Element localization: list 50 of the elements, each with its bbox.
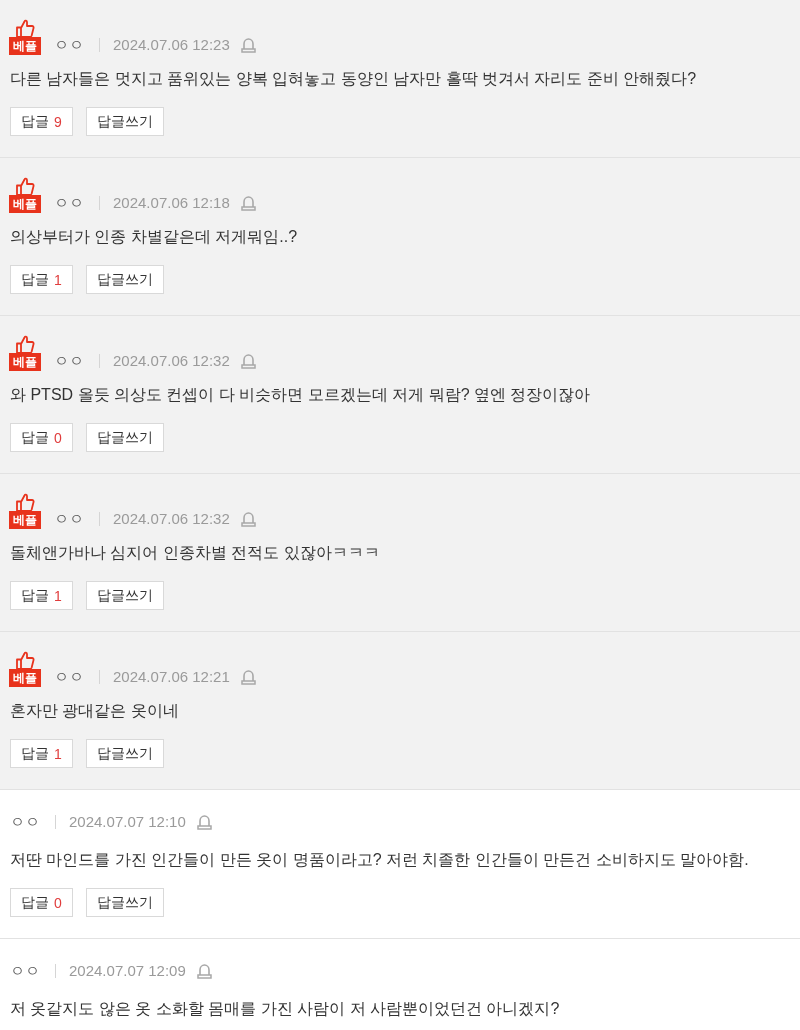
comment-date: 2024.07.06 12:32 — [113, 351, 230, 371]
thumbs-up-icon — [15, 177, 35, 196]
nickname: ㅇㅇ — [54, 193, 84, 213]
comment-text: 다른 남자들은 멋지고 품위있는 양복 입혀놓고 동양인 남자만 홀딱 벗겨서 자리도 준비 안해줬다? — [10, 69, 698, 89]
comment-text: 저딴 마인드를 가진 인간들이 만든 옷이 명품이라고? 저런 치졸한 인간들이 만든건 소비하지도 말아야함. — [10, 850, 750, 870]
comment-text: 와 PTSD 올듯 의상도 컨셉이 다 비슷하면 모르겠는데 저게 뭐람? 옆엔 정장이잖아 — [10, 385, 592, 405]
comment-date: 2024.07.07 12:09 — [69, 961, 186, 981]
siren-icon[interactable] — [196, 963, 212, 979]
siren-icon[interactable] — [240, 37, 256, 53]
nickname: ㅇㅇ — [10, 961, 40, 981]
best-badge: 베플 — [9, 37, 41, 55]
thumbs-up-icon — [15, 493, 35, 512]
comment-date: 2024.07.06 12:23 — [113, 35, 230, 55]
siren-icon[interactable] — [240, 511, 256, 527]
write-reply-button[interactable]: 답글쓰기 — [85, 581, 164, 610]
comment-date: 2024.07.06 12:32 — [113, 509, 230, 529]
thumbs-up-icon — [15, 651, 35, 670]
write-reply-button[interactable]: 답글쓰기 — [85, 107, 164, 136]
replies-button[interactable]: 답글 9 — [10, 107, 73, 136]
write-reply-button[interactable]: 답글쓰기 — [85, 888, 164, 917]
siren-icon[interactable] — [240, 669, 256, 685]
thumbs-up-icon — [15, 19, 35, 38]
nickname: ㅇㅇ — [54, 509, 84, 529]
comment-text: 돌체앤가바나 심지어 인종차별 전적도 있잖아ㅋㅋㅋ — [10, 543, 381, 563]
comment-date: 2024.07.06 12:21 — [113, 667, 230, 687]
replies-button[interactable]: 답글 1 — [10, 581, 73, 610]
replies-button[interactable]: 답글 1 — [10, 265, 73, 294]
nickname: ㅇㅇ — [54, 351, 84, 371]
best-badge: 베플 — [9, 195, 41, 213]
write-reply-button[interactable]: 답글쓰기 — [85, 265, 164, 294]
nickname: ㅇㅇ — [10, 812, 40, 832]
best-badge: 베플 — [9, 511, 41, 529]
comment-date: 2024.07.07 12:10 — [69, 812, 186, 832]
write-reply-button[interactable]: 답글쓰기 — [85, 423, 164, 452]
best-badge: 베플 — [9, 353, 41, 371]
comment-text: 저 옷같지도 않은 옷 소화할 몸매를 가진 사람이 저 사람뿐이었던건 아니겠지? — [10, 999, 561, 1019]
replies-button[interactable]: 답글 0 — [10, 888, 73, 917]
siren-icon[interactable] — [240, 353, 256, 369]
comment-text: 혼자만 광대같은 옷이네 — [10, 701, 180, 721]
replies-button[interactable]: 답글 0 — [10, 423, 73, 452]
siren-icon[interactable] — [196, 814, 212, 830]
nickname: ㅇㅇ — [54, 667, 84, 687]
comment-text: 의상부터가 인종 차별같은데 저게뭐임..? — [10, 227, 299, 247]
thumbs-up-icon — [15, 335, 35, 354]
siren-icon[interactable] — [240, 195, 256, 211]
write-reply-button[interactable]: 답글쓰기 — [85, 739, 164, 768]
best-badge: 베플 — [9, 669, 41, 687]
comment-date: 2024.07.06 12:18 — [113, 193, 230, 213]
nickname: ㅇㅇ — [54, 35, 84, 55]
replies-button[interactable]: 답글 1 — [10, 739, 73, 768]
